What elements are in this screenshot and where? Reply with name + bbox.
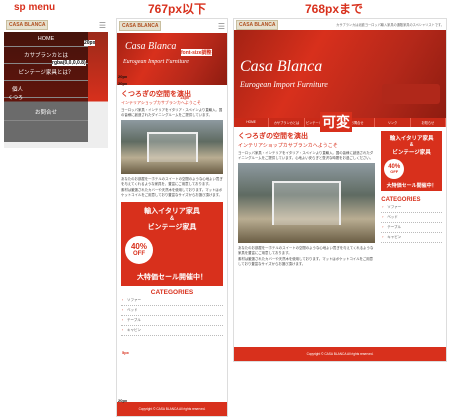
mid-note-5px: 5px [122, 350, 129, 355]
wide-photo [238, 163, 376, 244]
mid-note-20px-a: 20px [118, 74, 128, 79]
mid-note-font-resize: font-size調整 [181, 49, 212, 56]
mid-header-bar: CASA BLANCA ☰ [117, 19, 227, 33]
sp-note-rgba: rgba(0,0,0,0.8) [52, 60, 86, 66]
sp-note-20px: 20px [84, 40, 96, 46]
wide-promo-banner[interactable]: 輸入イタリア家具 & ビンテージ家具 40% OFF 大特価セール開催中！ [381, 131, 442, 191]
wide-category-cabin[interactable]: キャビン [381, 233, 442, 243]
mid-body-2: あなたのお部屋を一ホテルのスイートの空間のような心地よい寛ぎを与えてくれるような… [121, 177, 223, 186]
wide-hero-subtitle: Eurogean Import Furniture [240, 80, 328, 89]
sp-header: CASA BLANCA ☰ [4, 18, 108, 32]
wide-category-table[interactable]: テーブル [381, 223, 442, 233]
wide-promo-sale: 大特価セール開催中！ [386, 183, 437, 189]
mid-footer: Copyright © CASA BLANCA All rights reser… [117, 402, 227, 416]
sp-menu-icon[interactable]: ☰ [99, 21, 106, 30]
wide-body-3: 素材は厳選されたカバーや天然木を使用しております。マットはポケットコイルをご用意… [238, 257, 374, 266]
wide-photo-bed [272, 180, 341, 225]
mid-note-20px-b: 20px [118, 81, 128, 86]
wide-category-sofa[interactable]: ソファー [381, 203, 442, 213]
mid-header: 767px以下 [148, 2, 207, 16]
wide-promo-off: OFF [390, 169, 399, 174]
wide-nav-link[interactable]: リンク [375, 118, 411, 127]
wide-nav-home[interactable]: HOME [234, 118, 270, 127]
mid-categories-title: CATEGORIES [150, 288, 194, 296]
mid-promo-title: 輸入イタリア家具 [144, 207, 200, 215]
sp-menu-header: sp menu [14, 2, 56, 13]
mid-column: CASA BLANCA ☰ Casa Blanca Eurogean Impor… [116, 18, 228, 417]
wide-content: くつろぎの空間を演出 インテリアショップカサブランカへようこそ ヨーロッパ家具・… [238, 131, 376, 267]
mid-category-cabin[interactable]: キャビン [121, 326, 223, 336]
sp-menu-column: CASA BLANCA ☰ HOME カサブランカとは ピンテージ家具とは？ 個… [4, 18, 108, 148]
wide-promo-badge: 40% OFF [384, 159, 405, 179]
mid-hero-title: Casa Blanca [125, 41, 177, 52]
wide-main: くつろぎの空間を演出 インテリアショップカサブランカへようこそ ヨーロッパ家具・… [234, 127, 446, 271]
mid-promo-badge: 40% OFF [125, 235, 153, 264]
mid-promo-banner[interactable]: 輸入イタリア家具 & ビンテージ家具 40% OFF 大特価セール開催中！ [121, 201, 223, 286]
wide-note-kahen: 可変 [320, 112, 352, 132]
mid-body-1: ヨーロッパ家具・インテリアをイタリア・スペインより直輸入。国の皆様に創造されたダ… [121, 108, 223, 117]
mid-photo [121, 120, 223, 175]
mid-menu-icon[interactable]: ☰ [218, 22, 225, 31]
wide-nav-about[interactable]: カサブランカとは [269, 118, 305, 127]
sp-logo[interactable]: CASA BLANCA [6, 20, 49, 30]
wide-header: 768pxまで [305, 2, 364, 16]
wide-section-sub: インテリアショップカサブランカへようこそ [238, 143, 338, 149]
mid-note-20px-c: 20px [118, 398, 128, 403]
mid-note-14px: 14px [180, 95, 190, 100]
wide-hero-title: Casa Blanca [240, 58, 323, 75]
wide-logo[interactable]: CASA BLANCA [236, 19, 279, 30]
wide-hero-sofa [382, 84, 440, 104]
wide-section-title: くつろぎの空間を演出 [238, 133, 308, 140]
mid-hero: Casa Blanca Eurogean Import Furniture [117, 33, 227, 85]
mid-category-sofa[interactable]: ソファー [121, 296, 223, 306]
mid-body-3: 素材は厳選されたカバーや天然木を使用しております。マットはポケットコイルをご用意… [121, 188, 223, 197]
mid-logo[interactable]: CASA BLANCA [119, 21, 162, 31]
wide-hero: Casa Blanca Eurogean Import Furniture [234, 30, 446, 118]
mid-category-bed[interactable]: ベッド [121, 306, 223, 316]
wide-header-bar: CASA BLANCA カサブランカは北欧ヨーロッパ輸入家具の通販家具のスペシャ… [234, 19, 446, 30]
sp-sub-label: くつろ [8, 95, 24, 101]
mid-promo-pct: 40% [130, 241, 147, 251]
sp-menu-item-home[interactable]: HOME [4, 32, 88, 47]
wide-promo-title2: ビンテージ家具 [392, 150, 431, 156]
wide-nav-news[interactable]: お知らせ [411, 118, 446, 127]
sp-menu-item-contact[interactable]: お問合せ [4, 104, 88, 121]
wide-header-text: カサブランカは北欧ヨーロッパ輸入家具の通販家具のスペシャリストです。 [336, 23, 444, 27]
wide-body-2: あなたのお部屋を一ホテルのスイートの空間のような心地よい寛ぎを与えてくれるような… [238, 246, 374, 255]
wide-category-bed[interactable]: ベッド [381, 213, 442, 223]
sp-menu-item-vintage[interactable]: ピンテージ家具とは？ [4, 64, 88, 81]
mid-content: くつろぎの空間を演出 インテリアショップカサブランカへようこそ ヨーロッパ家具・… [117, 85, 227, 336]
wide-promo-title: 輸入イタリア家具 [389, 136, 434, 142]
mid-category-table[interactable]: テーブル [121, 316, 223, 326]
mid-section-title: くつろぎの空間を演出 [121, 91, 191, 98]
mid-photo-bed [146, 132, 198, 162]
mid-promo-off: OFF [133, 250, 145, 257]
wide-body-1: ヨーロッパ家具・インテリアをイタリア・スペインより直輸入。国の皆様に創造されたダ… [238, 151, 374, 160]
mid-promo-sale: 大特価セール開催中！ [137, 273, 207, 281]
mid-hero-subtitle: Eurogean Import Furniture [123, 59, 189, 65]
wide-footer: Copyright © CASA BLANCA All rights reser… [234, 347, 446, 361]
wide-column: CASA BLANCA カサブランカは北欧ヨーロッパ輸入家具の通販家具のスペシャ… [233, 18, 447, 362]
wide-sidebar: 輸入イタリア家具 & ビンテージ家具 40% OFF 大特価セール開催中！ CA… [381, 131, 442, 267]
mid-section-sub: インテリアショップカサブランカへようこそ [121, 100, 201, 105]
mid-promo-title2: ビンテージ家具 [147, 223, 197, 231]
sp-menu-panel: HOME カサブランカとは ピンテージ家具とは？ 個人 お問合せ [4, 32, 88, 142]
